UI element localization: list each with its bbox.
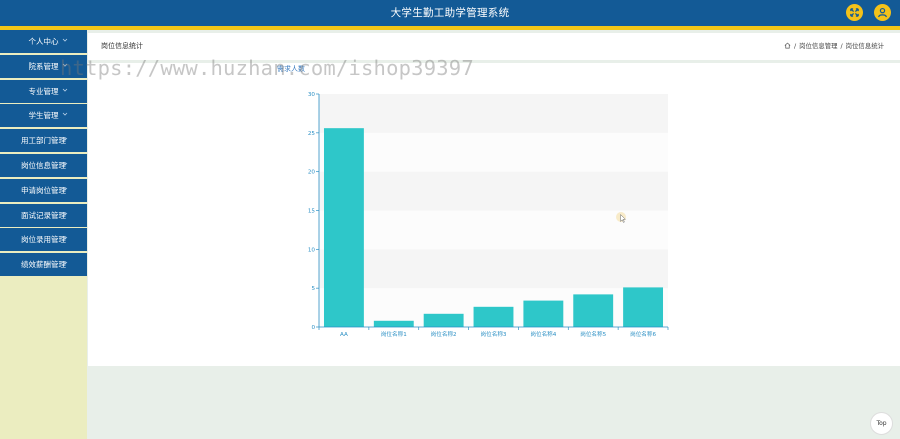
y-tick-label: 25 — [308, 131, 316, 137]
chart-bar — [373, 320, 414, 327]
x-tick-label: 岗位名称3 — [481, 330, 507, 338]
y-tick-label: 10 — [308, 247, 316, 253]
y-tick-label: 15 — [308, 209, 316, 215]
x-tick-label: 岗位名称5 — [580, 330, 606, 338]
watermark: https://www.huzhan.com/ishop39397 — [60, 56, 474, 80]
chart-bar — [623, 287, 664, 327]
chart-band — [319, 94, 668, 133]
y-tick-label: 0 — [311, 325, 315, 331]
chart-band — [319, 171, 668, 211]
back-to-top-button[interactable]: Top — [870, 412, 893, 435]
chart-band — [319, 132, 668, 172]
chart-bar — [323, 128, 364, 327]
cursor-icon — [620, 214, 626, 223]
y-tick-label: 5 — [311, 286, 315, 292]
x-tick-label: 岗位名称4 — [530, 330, 556, 338]
chart-bar — [473, 306, 514, 327]
chart-bar — [423, 313, 464, 327]
chart-band — [319, 249, 668, 289]
x-tick-label: 岗位名称2 — [431, 330, 457, 338]
y-tick-label: 20 — [308, 170, 316, 176]
x-tick-label: 岗位名称1 — [381, 330, 407, 338]
chart-bar — [523, 300, 564, 327]
x-tick-label: 岗位名称6 — [630, 330, 656, 338]
x-tick-label: AA — [340, 332, 348, 338]
chart-bar — [573, 294, 614, 327]
y-tick-label: 30 — [308, 92, 316, 98]
